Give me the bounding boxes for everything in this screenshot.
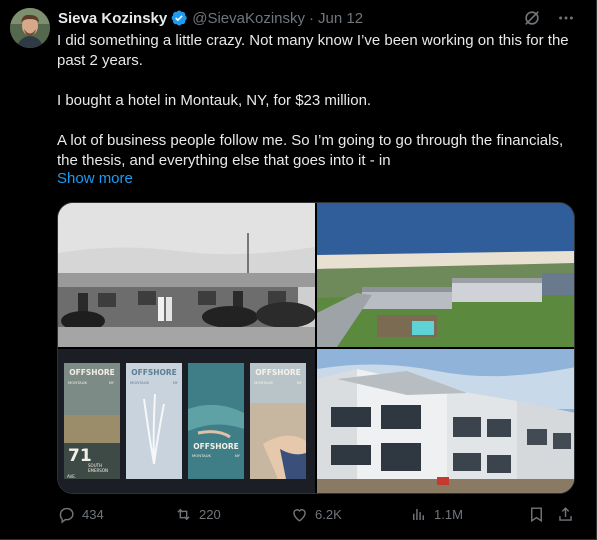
poster-city: MONTAUK — [68, 380, 88, 385]
poster-city: MONTAUK — [130, 380, 150, 385]
poster-brand: OFFSHORE — [131, 368, 177, 377]
author-handle[interactable]: @SievaKozinsky — [192, 10, 305, 27]
reply-icon — [59, 507, 74, 524]
tweet-paragraph: I did something a little crazy. Not many… — [57, 32, 569, 69]
verified-badge-icon — [170, 9, 188, 27]
aerial-hotel-photo[interactable] — [317, 203, 574, 347]
bookmark-button[interactable] — [527, 505, 546, 524]
repost-icon — [177, 508, 190, 521]
poster-city: MONTAUK — [192, 453, 212, 458]
tweet-paragraph: A lot of business people follow me. So I… — [57, 132, 564, 169]
poster-state: NY — [297, 380, 303, 385]
author-name[interactable]: Sieva Kozinsky — [58, 10, 167, 27]
poster-state: NY — [109, 380, 115, 385]
reply-count: 434 — [82, 507, 104, 522]
vintage-motel-photo[interactable] — [58, 203, 315, 347]
separator-dot: · — [309, 9, 314, 27]
repost-count: 220 — [199, 507, 221, 522]
poster-street: AVE. — [67, 474, 76, 479]
share-icon — [559, 507, 572, 521]
tweet-header: Sieva Kozinsky @SievaKozinsky · Jun 12 — [58, 8, 363, 28]
more-options-icon[interactable] — [556, 8, 576, 28]
poster-brand: OFFSHORE — [69, 368, 115, 377]
hotel-building-photo[interactable] — [317, 349, 574, 493]
views-icon — [413, 508, 424, 521]
tweet-top-actions — [522, 8, 576, 28]
tweet[interactable]: Sieva Kozinsky @SievaKozinsky · Jun 12 I… — [0, 0, 597, 540]
tweet-actions: 434 220 6.2K 1.1M — [57, 505, 577, 529]
reply-button[interactable]: 434 — [57, 505, 104, 524]
like-count: 6.2K — [315, 507, 342, 522]
grok-icon[interactable] — [522, 8, 542, 28]
tweet-text: I did something a little crazy. Not many… — [57, 31, 577, 171]
bookmark-icon — [531, 507, 542, 523]
repost-button[interactable]: 220 — [174, 505, 221, 524]
poster-state: NY — [173, 380, 179, 385]
offshore-posters-photo[interactable]: OFFSHORE MONTAUK NY 71 SOUTH EMERSON AVE… — [58, 349, 315, 493]
share-button[interactable] — [556, 505, 575, 524]
tweet-paragraph: I bought a hotel in Montauk, NY, for $23… — [57, 92, 372, 109]
views-button[interactable]: 1.1M — [409, 505, 463, 524]
poster-brand: OFFSHORE — [193, 442, 239, 451]
avatar[interactable] — [10, 8, 50, 48]
heart-icon — [293, 509, 306, 522]
views-count: 1.1M — [434, 507, 463, 522]
poster-brand: OFFSHORE — [255, 368, 301, 377]
like-button[interactable]: 6.2K — [290, 505, 342, 524]
media-grid: OFFSHORE MONTAUK NY 71 SOUTH EMERSON AVE… — [57, 202, 575, 494]
poster-city: MONTAUK — [254, 380, 274, 385]
show-more-link[interactable]: Show more — [57, 170, 133, 187]
poster-state: NY — [235, 453, 241, 458]
poster-street: EMERSON — [88, 468, 108, 473]
tweet-date[interactable]: Jun 12 — [318, 10, 363, 27]
